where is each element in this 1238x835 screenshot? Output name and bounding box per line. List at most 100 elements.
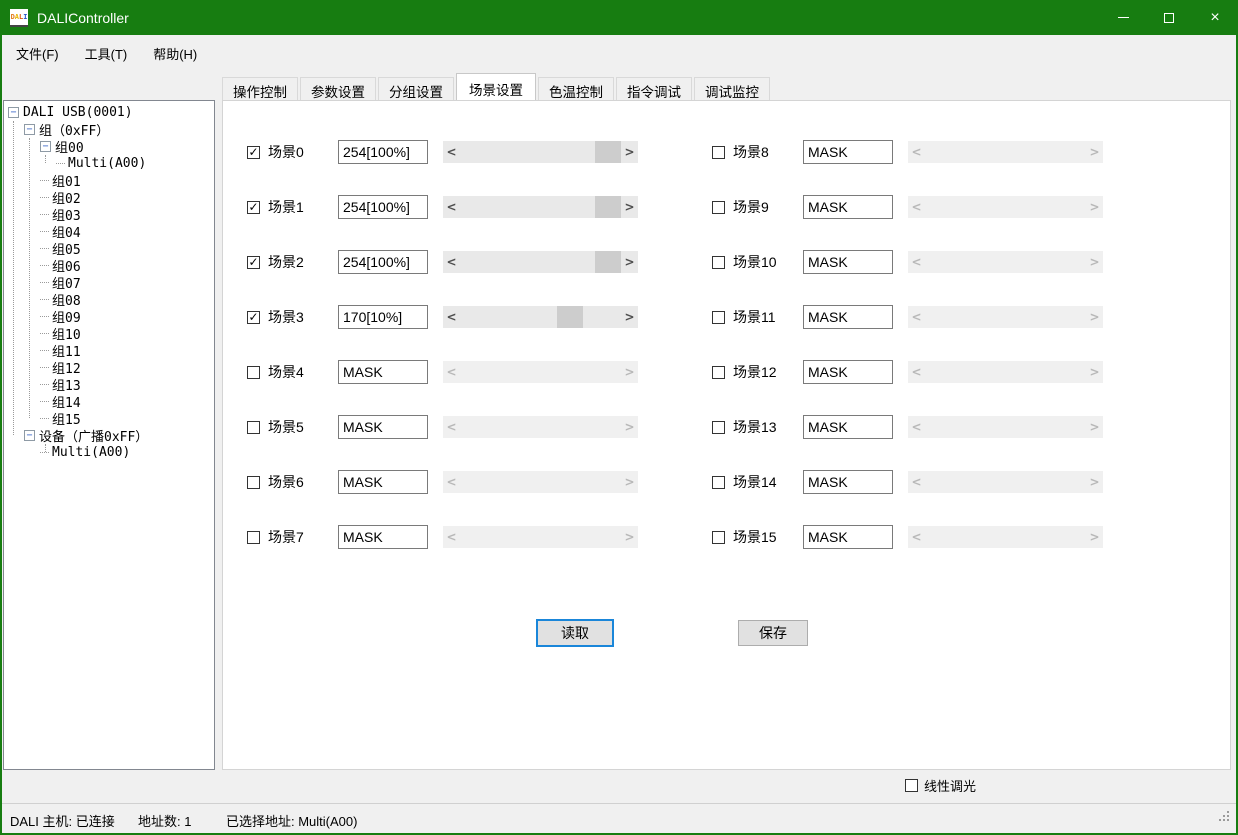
menu-item-1[interactable]: 工具(T) [72, 35, 141, 71]
scroll-right-arrow-icon[interactable]: > [621, 141, 638, 163]
scroll-left-arrow-icon[interactable]: < [443, 306, 460, 328]
tree-node[interactable]: 组14 [4, 393, 214, 410]
scroll-thumb[interactable] [595, 141, 621, 163]
scene-value-input[interactable] [803, 140, 893, 164]
tree-node-label[interactable]: 组00 [55, 137, 84, 156]
scene-checkbox[interactable]: ✓ [247, 256, 260, 269]
tree-node[interactable]: 组10 [4, 325, 214, 342]
scene-checkbox[interactable] [712, 311, 725, 324]
tree-node[interactable]: 组05 [4, 240, 214, 257]
scene-value-input[interactable] [803, 360, 893, 384]
scroll-right-arrow-icon[interactable]: > [621, 306, 638, 328]
tree-node-label[interactable]: DALI USB(0001) [23, 105, 133, 120]
tab-0[interactable]: 操作控制 [222, 77, 298, 100]
scene-level-scrollbar[interactable]: <> [443, 141, 638, 163]
tree-node[interactable]: 组08 [4, 291, 214, 308]
scene-value-input[interactable] [803, 305, 893, 329]
scene-value-input[interactable] [338, 360, 428, 384]
app-icon: DALI [10, 9, 28, 27]
tree-node[interactable]: 组09 [4, 308, 214, 325]
scroll-track[interactable] [460, 251, 621, 273]
scene-value-input[interactable] [338, 250, 428, 274]
menu-item-0[interactable]: 文件(F) [2, 35, 72, 71]
scene-checkbox[interactable] [247, 421, 260, 434]
tree-node[interactable]: 组03 [4, 206, 214, 223]
scroll-right-arrow-icon[interactable]: > [621, 196, 638, 218]
scene-value-input[interactable] [338, 140, 428, 164]
tree-node[interactable]: 组15 [4, 410, 214, 427]
tree-collapse-icon[interactable]: − [8, 107, 19, 118]
save-button[interactable]: 保存 [738, 620, 808, 646]
scene-checkbox[interactable] [712, 146, 725, 159]
tree-node[interactable]: 组04 [4, 223, 214, 240]
scene-value-input[interactable] [338, 470, 428, 494]
tree-node[interactable]: Multi(A00) [4, 155, 214, 172]
tab-2[interactable]: 分组设置 [378, 77, 454, 100]
tree-node[interactable]: −组（0xFF） [4, 121, 214, 138]
tree-node[interactable]: 组07 [4, 274, 214, 291]
scene-level-scrollbar[interactable]: <> [443, 306, 638, 328]
scene-value-input[interactable] [338, 305, 428, 329]
scene-checkbox[interactable] [712, 366, 725, 379]
scroll-thumb[interactable] [557, 306, 583, 328]
scene-checkbox[interactable] [712, 201, 725, 214]
scroll-left-arrow-icon[interactable]: < [443, 196, 460, 218]
scene-level-scrollbar[interactable]: <> [443, 196, 638, 218]
scene-checkbox[interactable] [712, 256, 725, 269]
scroll-right-arrow-icon[interactable]: > [621, 251, 638, 273]
scene-checkbox[interactable] [247, 531, 260, 544]
tab-5[interactable]: 指令调试 [616, 77, 692, 100]
scene-value-input[interactable] [803, 195, 893, 219]
scene-checkbox[interactable] [247, 366, 260, 379]
close-button[interactable]: × [1192, 0, 1238, 35]
minimize-button[interactable] [1100, 0, 1146, 35]
scroll-track[interactable] [460, 306, 621, 328]
tree-node[interactable]: 组01 [4, 172, 214, 189]
scroll-track[interactable] [460, 196, 621, 218]
tree-node[interactable]: −DALI USB(0001) [4, 104, 214, 121]
menu-item-2[interactable]: 帮助(H) [140, 35, 210, 71]
tree-node[interactable]: 组02 [4, 189, 214, 206]
scene-level-scrollbar[interactable]: <> [443, 251, 638, 273]
scene-value-input[interactable] [803, 525, 893, 549]
linear-dimming-checkbox[interactable] [905, 779, 918, 792]
tree-collapse-icon[interactable]: − [24, 124, 35, 135]
scene-value-input[interactable] [338, 525, 428, 549]
tree-collapse-icon[interactable]: − [24, 430, 35, 441]
tree-collapse-icon[interactable]: − [40, 141, 51, 152]
tree-node[interactable]: −组00 [4, 138, 214, 155]
tree-node[interactable]: 组11 [4, 342, 214, 359]
scene-checkbox[interactable] [247, 476, 260, 489]
tab-6[interactable]: 调试监控 [694, 77, 770, 100]
scroll-left-arrow-icon[interactable]: < [443, 251, 460, 273]
scene-checkbox[interactable] [712, 421, 725, 434]
tab-3[interactable]: 场景设置 [456, 73, 536, 100]
tree-node-label[interactable]: 设备（广播0xFF） [39, 426, 148, 445]
scene-checkbox[interactable]: ✓ [247, 311, 260, 324]
tree-node[interactable]: 组12 [4, 359, 214, 376]
tree-node-label[interactable]: Multi(A00) [68, 156, 146, 171]
scene-checkbox[interactable] [712, 531, 725, 544]
scroll-track[interactable] [460, 141, 621, 163]
scene-value-input[interactable] [338, 195, 428, 219]
maximize-button[interactable] [1146, 0, 1192, 35]
scene-value-input[interactable] [338, 415, 428, 439]
tree-node[interactable]: 组13 [4, 376, 214, 393]
scene-value-input[interactable] [803, 470, 893, 494]
tab-4[interactable]: 色温控制 [538, 77, 614, 100]
scene-checkbox[interactable]: ✓ [247, 146, 260, 159]
scene-value-input[interactable] [803, 250, 893, 274]
scene-value-input[interactable] [803, 415, 893, 439]
scroll-thumb[interactable] [595, 251, 621, 273]
scene-checkbox[interactable]: ✓ [247, 201, 260, 214]
scroll-left-arrow-icon[interactable]: < [443, 141, 460, 163]
scene-checkbox[interactable] [712, 476, 725, 489]
resize-grip-icon[interactable] [1219, 811, 1229, 821]
tree-node[interactable]: −设备（广播0xFF） [4, 427, 214, 444]
tree-node-label[interactable]: Multi(A00) [52, 445, 130, 460]
scroll-thumb[interactable] [595, 196, 621, 218]
read-button[interactable]: 读取 [536, 619, 614, 647]
tree-node[interactable]: 组06 [4, 257, 214, 274]
tree-node[interactable]: Multi(A00) [4, 444, 214, 461]
tab-1[interactable]: 参数设置 [300, 77, 376, 100]
